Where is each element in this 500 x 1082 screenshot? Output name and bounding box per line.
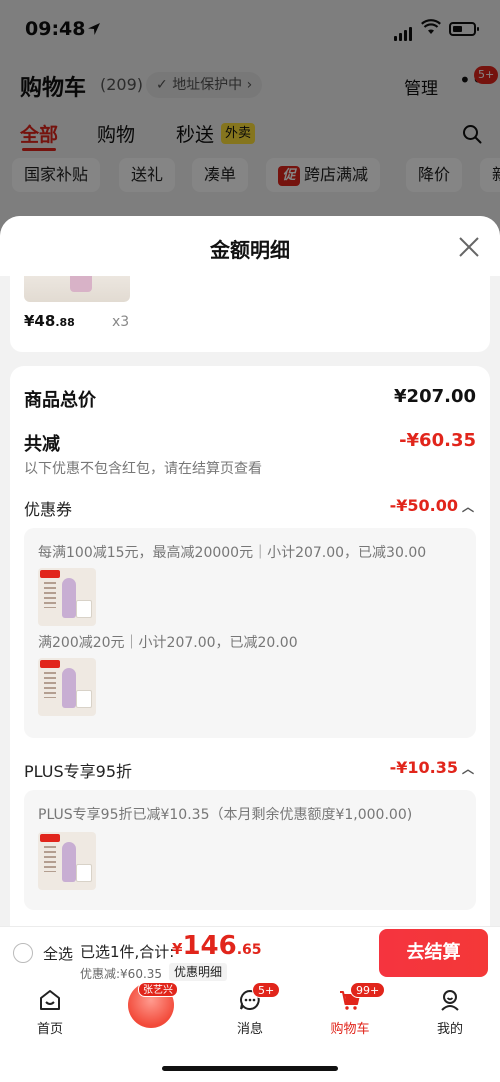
plus-product-thumb [38, 832, 96, 890]
selected-total-label: 已选1件,合计: [80, 943, 175, 961]
home-indicator[interactable] [162, 1066, 338, 1071]
center-promo-tag: 张艺兴 [138, 982, 178, 997]
tab-cart-label: 购物车 [330, 1022, 370, 1037]
discount-detail-button[interactable]: 优惠明细 [169, 963, 228, 981]
product-quantity: x3 [112, 314, 130, 330]
product-image [24, 276, 130, 302]
plus-discount-label: PLUS专享95折 [24, 762, 132, 781]
plus-rule: PLUS专享95折已减¥10.35（本月剩余优惠额度¥1,000.00) [38, 807, 413, 823]
tab-messages-label: 消息 [236, 1022, 263, 1037]
tab-profile-label: 我的 [436, 1022, 463, 1037]
goods-total-value: ¥207.00 [394, 386, 476, 407]
discount-note: 以下优惠不包含红包，请在结算页查看 [24, 461, 262, 477]
product-price: ¥48.88 [24, 312, 75, 330]
cart-badge: 99+ [350, 982, 386, 998]
home-icon [40, 990, 60, 1010]
coupon-product-thumb-2 [38, 658, 96, 716]
coupon-rule-2: 满200减20元｜小计207.00，已减20.00 [38, 635, 298, 651]
bottom-tab-bar: 首页 张艺兴 消息 5+ 购物车 99+ 我的 [0, 982, 500, 1082]
plus-detail-box: PLUS专享95折已减¥10.35（本月剩余优惠额度¥1,000.00) [24, 790, 476, 910]
coupon-label: 优惠券 [24, 500, 73, 519]
coupon-detail-box: 每满100减15元，最高减20000元｜小计207.00，已减30.00 满20… [24, 528, 476, 738]
coupon-rule-1: 每满100减15元，最高减20000元｜小计207.00，已减30.00 [38, 545, 427, 561]
sheet-header: 金额明细 [0, 216, 500, 276]
select-all-label[interactable]: 全选 [43, 943, 73, 964]
coupon-product-thumb-1 [38, 568, 96, 626]
sheet-title: 金额明细 [210, 238, 290, 262]
discount-amount: 优惠减:¥60.35 [80, 967, 163, 981]
close-icon[interactable] [458, 236, 480, 258]
checkout-button[interactable]: 去结算 [379, 929, 488, 977]
profile-icon [441, 990, 459, 1011]
price-detail-card: 商品总价 ¥207.00 共减 -¥60.35 以下优惠不包含红包，请在结算页查… [10, 366, 490, 926]
total-amount: ¥146.65 [172, 931, 262, 961]
goods-total-label: 商品总价 [24, 390, 96, 411]
chevron-up-icon: ︿ [461, 762, 474, 776]
chevron-up-icon: ︿ [461, 500, 474, 514]
tab-home-label: 首页 [36, 1022, 63, 1037]
message-badge: 5+ [252, 982, 281, 998]
coupon-value[interactable]: -¥50.00 ︿ [390, 496, 474, 515]
checkout-bar: 全选 已选1件,合计: ¥146.65 优惠减:¥60.35 优惠明细 去结算 [0, 926, 500, 984]
total-reduce-label: 共减 [24, 434, 60, 455]
total-reduce-value: -¥60.35 [399, 430, 476, 451]
select-all-radio-icon[interactable] [13, 943, 33, 963]
product-card: ¥48.88 x3 [10, 276, 490, 352]
amount-detail-sheet: 金额明细 ¥48.88 x3 商品总价 ¥207.00 共减 -¥60.35 以… [0, 216, 500, 926]
plus-discount-value[interactable]: -¥10.35 ︿ [390, 758, 474, 777]
